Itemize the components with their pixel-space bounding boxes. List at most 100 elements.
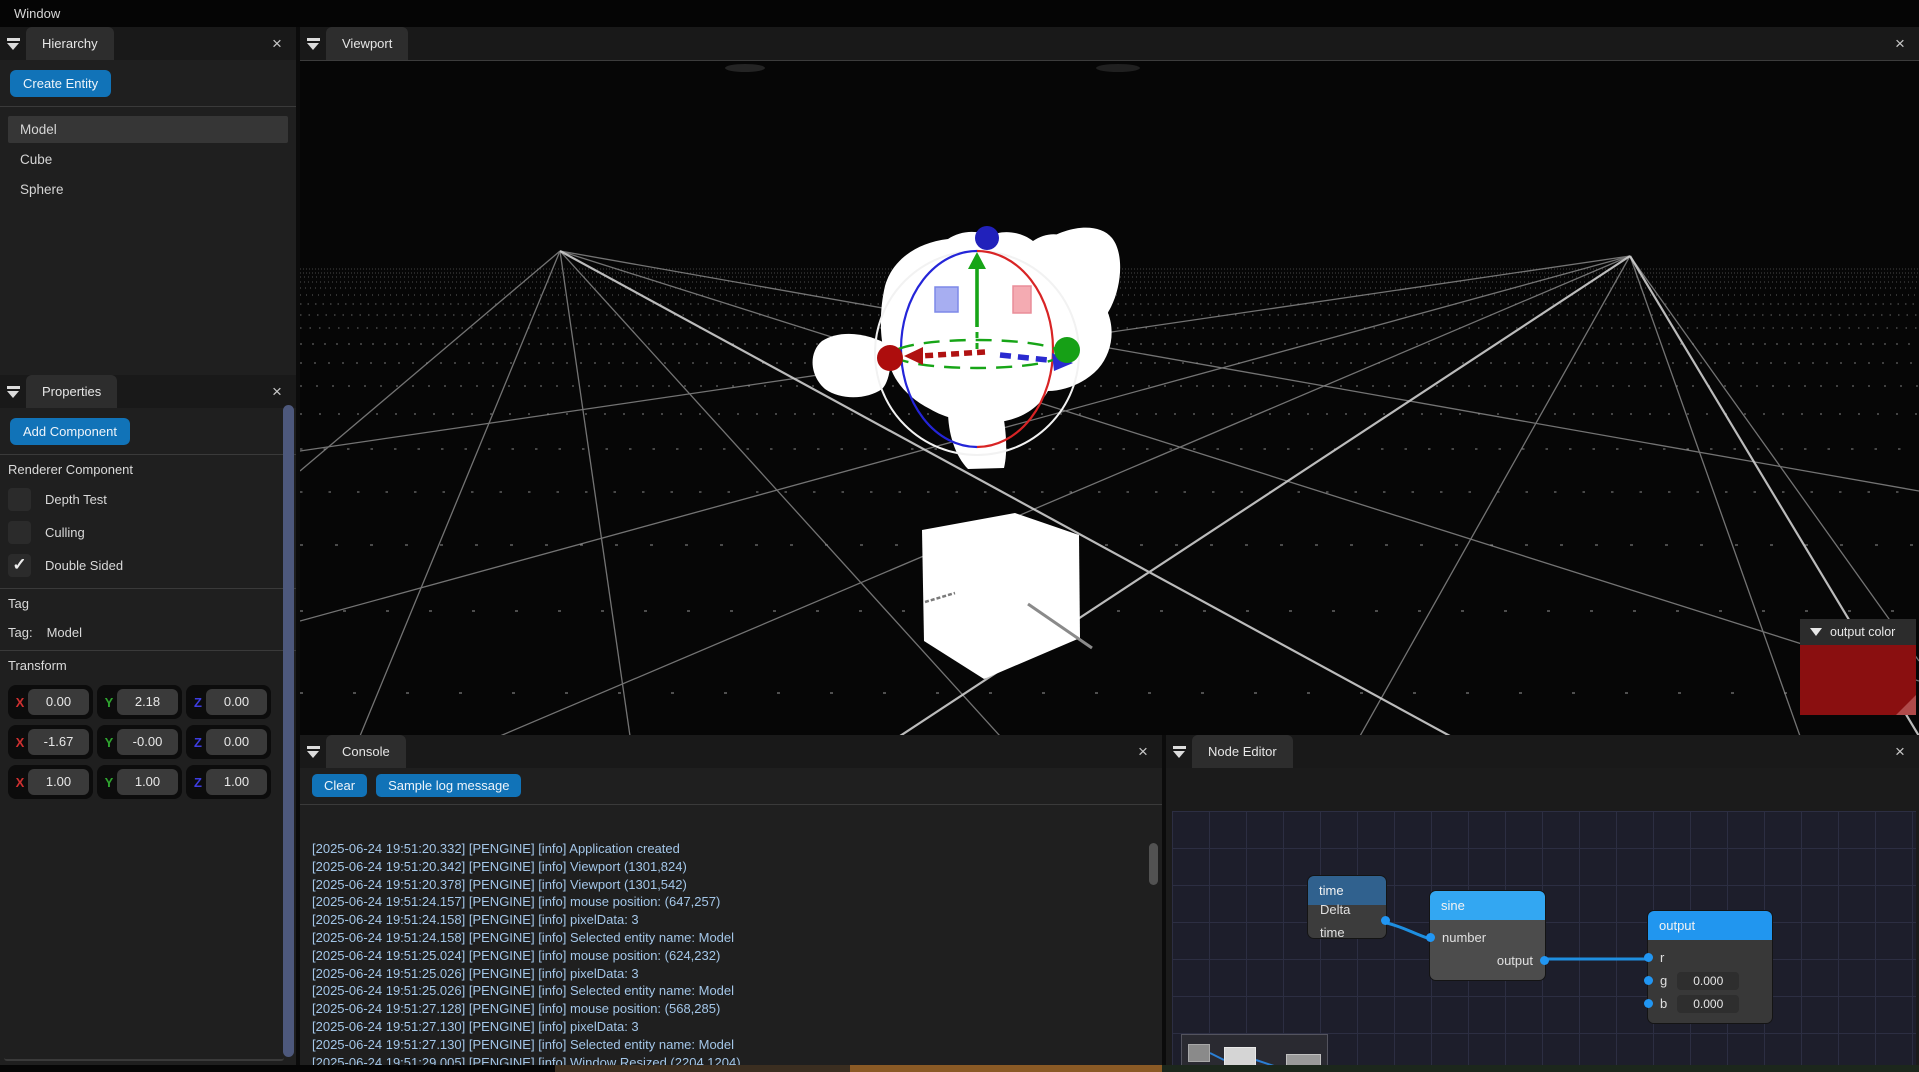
log-line: [2025-06-24 19:51:20.342] [PENGINE] [inf… bbox=[312, 858, 687, 874]
properties-scrollbar[interactable] bbox=[283, 405, 294, 1057]
axis-z-label: Z bbox=[194, 734, 202, 750]
tag-section-header[interactable]: Tag bbox=[0, 589, 296, 617]
desktop-strip bbox=[0, 1065, 1919, 1072]
collapse-button[interactable] bbox=[0, 27, 26, 60]
tab-console[interactable]: Console bbox=[326, 735, 406, 768]
console-log-list[interactable]: [2025-06-24 19:51:20.332] [PENGINE] [inf… bbox=[300, 840, 1148, 1065]
rotation-z-field[interactable]: 0.00 bbox=[206, 729, 267, 755]
node-output-title[interactable]: output bbox=[1648, 911, 1772, 940]
checkbox-label: Double Sided bbox=[45, 558, 124, 573]
console-body: Clear Sample log message [2025-06-24 19:… bbox=[300, 768, 1162, 1065]
double-sided-checkbox[interactable]: ✓ bbox=[8, 554, 31, 577]
output-pin[interactable] bbox=[1540, 956, 1549, 965]
console-scrollbar[interactable] bbox=[1149, 843, 1158, 885]
node-output[interactable]: output r g 0.000 b 0.000 bbox=[1644, 911, 1772, 1023]
position-y-field[interactable]: 2.18 bbox=[117, 689, 178, 715]
hierarchy-item-model[interactable]: Model bbox=[8, 116, 288, 143]
log-line: [2025-06-24 19:51:24.158] [PENGINE] [inf… bbox=[312, 912, 639, 928]
axis-y-label: Y bbox=[104, 694, 114, 710]
tab-node-editor[interactable]: Node Editor bbox=[1192, 735, 1293, 768]
log-line: [2025-06-24 19:51:25.024] [PENGINE] [inf… bbox=[312, 947, 721, 963]
tag-row: Tag: Model bbox=[0, 617, 296, 648]
close-icon[interactable]: × bbox=[266, 375, 288, 408]
scale-y-group: Y 1.00 bbox=[97, 765, 182, 799]
axis-x-label: X bbox=[15, 734, 25, 750]
gizmo-plane-handle-red bbox=[1012, 285, 1032, 314]
log-line: [2025-06-24 19:51:27.128] [PENGINE] [inf… bbox=[312, 1001, 721, 1017]
pin-row-g: g 0.000 bbox=[1644, 969, 1772, 992]
viewport-tab-bar: Viewport × bbox=[300, 27, 1919, 60]
close-icon[interactable]: × bbox=[1889, 735, 1911, 768]
viewport-panel: Viewport × output color bbox=[300, 27, 1919, 735]
g-value-field[interactable]: 0.000 bbox=[1677, 971, 1740, 990]
rotation-x-field[interactable]: -1.67 bbox=[28, 729, 89, 755]
node-time[interactable]: time Delta time bbox=[1308, 876, 1390, 940]
close-icon[interactable]: × bbox=[1132, 735, 1154, 768]
transform-section-header[interactable]: Transform bbox=[0, 651, 296, 679]
output-color-title: output color bbox=[1830, 625, 1896, 639]
input-pin[interactable] bbox=[1644, 999, 1653, 1008]
input-pin[interactable] bbox=[1426, 933, 1435, 942]
close-icon[interactable]: × bbox=[266, 27, 288, 60]
culling-checkbox[interactable] bbox=[8, 521, 31, 544]
output-color-window[interactable]: output color bbox=[1800, 619, 1916, 715]
menu-window[interactable]: Window bbox=[0, 6, 74, 21]
node-sine[interactable]: sine number output bbox=[1426, 891, 1549, 980]
collapse-icon bbox=[1172, 745, 1186, 758]
scale-x-group: X 1.00 bbox=[8, 765, 93, 799]
position-z-group: Z 0.00 bbox=[186, 685, 271, 719]
scene-render bbox=[300, 61, 1919, 735]
resize-grip[interactable] bbox=[1896, 695, 1916, 715]
console-tab-bar: Console × bbox=[300, 735, 1162, 768]
position-z-field[interactable]: 0.00 bbox=[206, 689, 267, 715]
log-line: [2025-06-24 19:51:27.130] [PENGINE] [inf… bbox=[312, 1036, 735, 1052]
tag-value: Model bbox=[46, 625, 82, 640]
input-pin[interactable] bbox=[1644, 976, 1653, 985]
tag-label: Tag: bbox=[8, 625, 33, 640]
tab-hierarchy[interactable]: Hierarchy bbox=[26, 27, 114, 60]
output-pin[interactable] bbox=[1381, 916, 1390, 925]
rotation-y-group: Y -0.00 bbox=[97, 725, 182, 759]
close-icon[interactable]: × bbox=[1889, 27, 1911, 60]
sample-log-button[interactable]: Sample log message bbox=[376, 774, 522, 797]
axis-x-label: X bbox=[15, 774, 25, 790]
create-entity-button[interactable]: Create Entity bbox=[10, 70, 112, 97]
properties-body: Add Component Renderer Component Depth T… bbox=[0, 408, 296, 1065]
log-line: [2025-06-24 19:51:29.005] [PENGINE] [inf… bbox=[312, 1054, 741, 1065]
hierarchy-item-cube[interactable]: Cube bbox=[8, 146, 288, 173]
input-pin[interactable] bbox=[1644, 953, 1653, 962]
collapse-icon bbox=[6, 385, 20, 398]
node-sine-title[interactable]: sine bbox=[1430, 891, 1545, 920]
position-x-field[interactable]: 0.00 bbox=[28, 689, 89, 715]
output-color-swatch[interactable] bbox=[1800, 645, 1916, 715]
chevron-down-icon[interactable] bbox=[1810, 628, 1822, 636]
gizmo-handle-green bbox=[1054, 337, 1080, 363]
collapse-icon bbox=[6, 37, 20, 50]
divider bbox=[0, 106, 296, 107]
clear-button[interactable]: Clear bbox=[312, 774, 368, 797]
pin-label: Delta time bbox=[1320, 901, 1351, 940]
depth-test-checkbox[interactable] bbox=[8, 488, 31, 511]
hierarchy-item-sphere[interactable]: Sphere bbox=[8, 176, 288, 203]
collapse-button[interactable] bbox=[300, 27, 326, 60]
pin-label: g bbox=[1660, 973, 1668, 988]
scale-x-field[interactable]: 1.00 bbox=[28, 769, 89, 795]
transform-scale-row: X 1.00 Y 1.00 Z 1.00 bbox=[0, 765, 296, 799]
position-x-group: X 0.00 bbox=[8, 685, 93, 719]
pin-row-output: output bbox=[1430, 949, 1549, 972]
output-color-header[interactable]: output color bbox=[1800, 619, 1916, 645]
tab-viewport[interactable]: Viewport bbox=[326, 27, 409, 60]
pin-row-r: r bbox=[1644, 946, 1772, 969]
tab-properties[interactable]: Properties bbox=[26, 375, 118, 408]
collapse-button[interactable] bbox=[1166, 735, 1192, 768]
viewport-scene[interactable]: output color bbox=[300, 60, 1919, 735]
scale-z-field[interactable]: 1.00 bbox=[206, 769, 267, 795]
renderer-component-header[interactable]: Renderer Component bbox=[0, 455, 296, 483]
collapse-button[interactable] bbox=[0, 375, 26, 408]
scale-y-field[interactable]: 1.00 bbox=[117, 769, 178, 795]
log-line: [2025-06-24 19:51:25.026] [PENGINE] [inf… bbox=[312, 983, 735, 999]
b-value-field[interactable]: 0.000 bbox=[1677, 994, 1740, 1013]
add-component-button[interactable]: Add Component bbox=[10, 418, 130, 445]
collapse-button[interactable] bbox=[300, 735, 326, 768]
rotation-y-field[interactable]: -0.00 bbox=[117, 729, 178, 755]
